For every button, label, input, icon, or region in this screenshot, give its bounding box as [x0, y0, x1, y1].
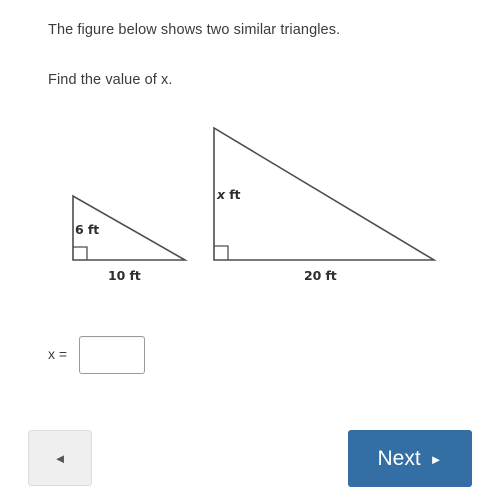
- variable-x: x: [217, 187, 225, 202]
- arrow-right-icon: ►: [429, 452, 443, 467]
- answer-row: x =: [0, 332, 500, 382]
- answer-label: x =: [48, 346, 68, 362]
- large-triangle-outline: [213, 126, 437, 261]
- small-triangle-height-label: 6 ft: [75, 222, 100, 237]
- question-line-2: Find the value of x.: [48, 72, 173, 88]
- large-triangle-right-angle-marker: [214, 245, 229, 260]
- large-triangle: [213, 126, 437, 261]
- triangles-svg: [72, 126, 437, 261]
- next-button-label: Next: [377, 446, 421, 470]
- next-button[interactable]: Next ►: [348, 430, 472, 487]
- similar-triangles-figure: 6 ft 10 ft x ft 20 ft: [0, 100, 500, 300]
- back-button[interactable]: ◄: [28, 430, 92, 486]
- large-triangle-base-label: 20 ft: [304, 268, 337, 283]
- large-triangle-height-label: x ft: [217, 187, 241, 202]
- question-page: The figure below shows two similar trian…: [0, 0, 500, 500]
- arrow-left-icon: ◄: [53, 450, 67, 466]
- question-line-1: The figure below shows two similar trian…: [48, 22, 341, 38]
- small-triangle-right-angle-marker: [73, 246, 88, 260]
- answer-input[interactable]: [79, 336, 145, 374]
- footer-navigation: ◄ Next ►: [0, 425, 500, 500]
- unit-ft: ft: [224, 187, 241, 202]
- small-triangle-base-label: 10 ft: [108, 268, 141, 283]
